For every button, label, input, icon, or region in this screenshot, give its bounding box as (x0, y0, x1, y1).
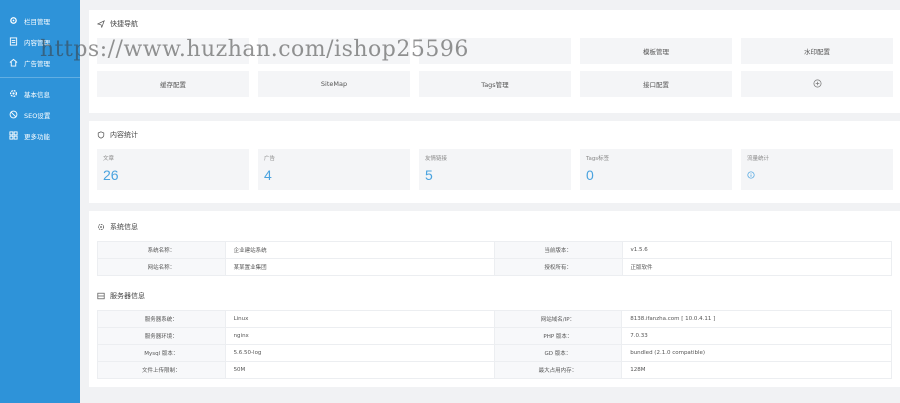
sidebar-item-label: 广告管理 (24, 59, 50, 68)
stat-articles[interactable]: 文章 26 (97, 149, 249, 190)
sidebar-item-label: 更多功能 (24, 132, 50, 141)
table-cell: 正版软件 (621, 258, 893, 276)
quick-nav-button-1[interactable] (97, 38, 249, 64)
template-manage-button[interactable]: 模板管理 (580, 38, 732, 64)
sidebar-item-label: 基本信息 (24, 90, 50, 99)
server-table: 服务器系统： Linux 网站域名/IP： 8138.ifanzha.com [… (97, 310, 892, 379)
system-info-card: 系统信息 系统名称： 企业建站系统 当前版本： v1.5.6 网站名称： 某某置… (89, 211, 900, 387)
gear-icon (9, 16, 18, 25)
server-icon (97, 292, 105, 300)
plus-circle-icon (813, 79, 822, 90)
watermark-config-button[interactable]: 水印配置 (741, 38, 893, 64)
stat-links[interactable]: 友情链接 5 (419, 149, 571, 190)
table-cell: nginx (224, 327, 495, 345)
sidebar-item-content[interactable]: 内容管理 (0, 35, 80, 48)
sidebar-divider (0, 77, 80, 78)
quick-nav-button-3[interactable] (419, 38, 571, 64)
table-row: 系统名称： 企业建站系统 当前版本： v1.5.6 (97, 241, 893, 259)
stat-label: 广告 (264, 156, 276, 162)
table-cell: 8138.ifanzha.com [ 10.0.4.11 ] (621, 310, 892, 328)
settings-icon (9, 89, 18, 98)
stats-grid: 文章 26 广告 4 友情链接 5 Tags标签 0 流量统计 (97, 149, 893, 190)
content-stats-card: 内容统计 文章 26 广告 4 友情链接 5 Tags标签 0 流量统计 (89, 121, 900, 203)
stat-ads[interactable]: 广告 4 (258, 149, 410, 190)
stat-value: 26 (103, 167, 119, 183)
table-cell: 当前版本： (493, 241, 623, 259)
table-row: 服务器环境： nginx PHP 版本： 7.0.33 (97, 327, 892, 345)
table-row: Mysql 版本： 5.6.50-log GD 版本： bundled (2.1… (97, 344, 892, 362)
table-cell: 服务器环境： (97, 327, 226, 345)
settings-icon (97, 223, 105, 231)
stat-value: 4 (264, 167, 272, 183)
table-cell: 网站名称： (97, 258, 226, 276)
send-icon (97, 20, 105, 28)
server-title: 服务器信息 (97, 290, 892, 302)
sidebar-item-columns[interactable]: 栏目管理 (0, 14, 80, 27)
quick-nav-grid: 模板管理 水印配置 缓存配置 SiteMap Tags管理 接口配置 (97, 38, 893, 97)
sidebar-item-basic-info[interactable]: 基本信息 (0, 87, 80, 100)
table-cell: bundled (2.1.0 compatible) (621, 344, 892, 362)
server-title-text: 服务器信息 (110, 292, 145, 300)
stat-label: 友情链接 (425, 156, 448, 162)
cache-config-button[interactable]: 缓存配置 (97, 71, 249, 97)
stat-label: Tags标签 (586, 156, 610, 162)
table-cell: GD 版本： (493, 344, 623, 362)
table-cell: PHP 版本： (493, 327, 623, 345)
table-row: 服务器系统： Linux 网站域名/IP： 8138.ifanzha.com [… (97, 310, 892, 328)
table-cell: 7.0.33 (621, 327, 892, 345)
sidebar-item-label: SEO设置 (24, 111, 51, 120)
info-icon (747, 171, 755, 179)
table-cell: 网站域名/IP： (493, 310, 623, 328)
sitemap-button[interactable]: SiteMap (258, 71, 410, 97)
stat-traffic[interactable]: 流量统计 (741, 149, 893, 190)
sidebar-item-ads[interactable]: 广告管理 (0, 56, 80, 69)
table-cell: 5.6.50-log (224, 344, 495, 362)
quick-nav-title: 快捷导航 (97, 18, 892, 30)
sidebar-item-label: 栏目管理 (24, 17, 50, 26)
tags-manage-button[interactable]: Tags管理 (419, 71, 571, 97)
table-cell: Linux (224, 310, 495, 328)
quick-nav-title-text: 快捷导航 (110, 20, 138, 28)
quick-nav-button-2[interactable] (258, 38, 410, 64)
stat-value: 5 (425, 167, 433, 183)
table-cell: 最大占用内存： (493, 361, 623, 379)
globe-icon (9, 110, 18, 119)
table-cell: v1.5.6 (621, 241, 893, 259)
shield-icon (97, 131, 105, 139)
stats-title: 内容统计 (97, 129, 892, 141)
table-row: 文件上传限制： 50M 最大占用内存： 128M (97, 361, 892, 379)
main-content: 快捷导航 模板管理 水印配置 缓存配置 SiteMap Tags管理 接口配置 … (89, 10, 900, 395)
sidebar-item-label: 内容管理 (24, 38, 50, 47)
sysinfo-title-text: 系统信息 (110, 223, 138, 231)
stat-label: 流量统计 (747, 156, 770, 162)
quick-nav-card: 快捷导航 模板管理 水印配置 缓存配置 SiteMap Tags管理 接口配置 (89, 10, 900, 113)
table-cell: 文件上传限制： (97, 361, 226, 379)
home-icon (9, 58, 18, 67)
grid-icon (9, 131, 18, 140)
sysinfo-table: 系统名称： 企业建站系统 当前版本： v1.5.6 网站名称： 某某置业集团 授… (97, 241, 893, 276)
api-config-button[interactable]: 接口配置 (580, 71, 732, 97)
stat-value: 0 (586, 167, 594, 183)
stats-title-text: 内容统计 (110, 131, 138, 139)
table-cell: 系统名称： (97, 241, 226, 259)
table-cell: 某某置业集团 (224, 258, 495, 276)
table-cell: Mysql 版本： (97, 344, 226, 362)
table-cell: 服务器系统： (97, 310, 226, 328)
add-shortcut-button[interactable] (741, 71, 893, 97)
table-row: 网站名称： 某某置业集团 授权所有： 正版软件 (97, 258, 893, 276)
sysinfo-title: 系统信息 (97, 221, 892, 233)
table-cell: 128M (621, 361, 892, 379)
sidebar: 栏目管理 内容管理 广告管理 基本信息 SEO设置 更多功能 (0, 0, 80, 403)
table-cell: 授权所有： (493, 258, 623, 276)
sidebar-item-seo[interactable]: SEO设置 (0, 108, 80, 121)
stat-label: 文章 (103, 156, 115, 162)
stat-tags[interactable]: Tags标签 0 (580, 149, 732, 190)
table-cell: 企业建站系统 (224, 241, 495, 259)
document-icon (9, 37, 18, 46)
table-cell: 50M (224, 361, 495, 379)
sidebar-item-more[interactable]: 更多功能 (0, 129, 80, 142)
